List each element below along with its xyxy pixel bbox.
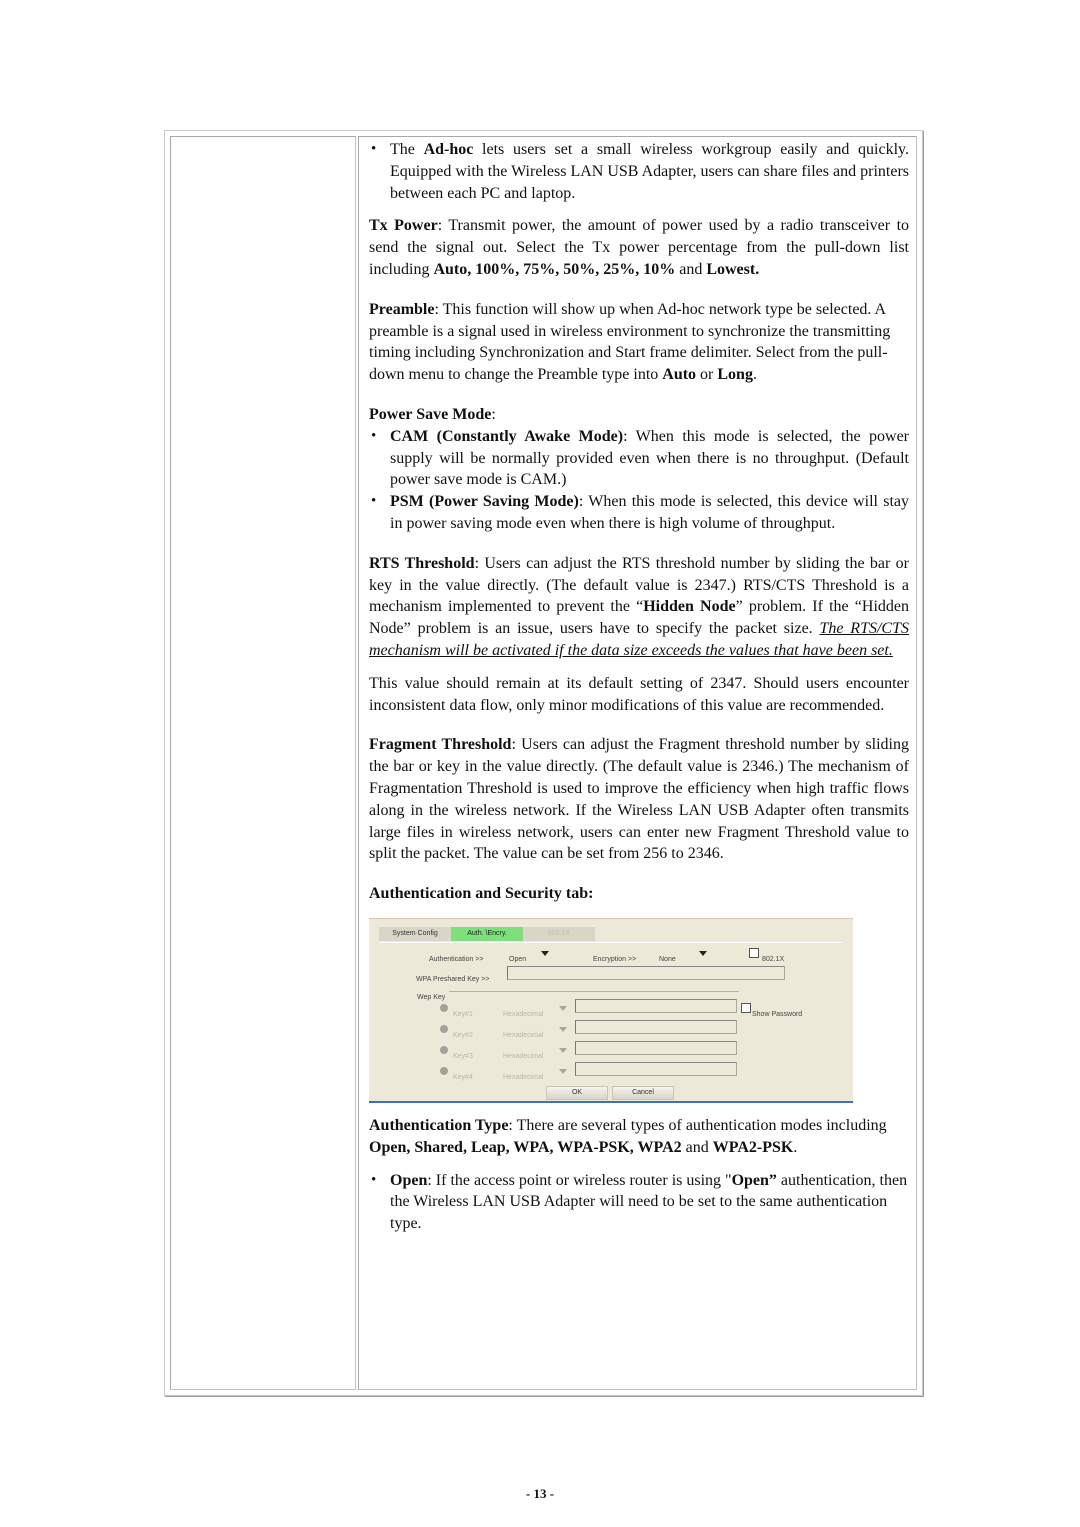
adhoc-item: The Ad-hoc lets users set a small wirele… xyxy=(369,139,909,204)
key2-format-dropdown-icon[interactable] xyxy=(559,1026,567,1032)
adhoc-list: The Ad-hoc lets users set a small wirele… xyxy=(369,139,909,204)
key1-label: Key#1 xyxy=(453,1010,473,1018)
cancel-button[interactable]: Cancel xyxy=(612,1085,674,1100)
auth-types-list: Open, Shared, Leap, WPA, WPA-PSK, WPA2 xyxy=(369,1138,682,1156)
text: : xyxy=(491,405,496,423)
power-save-item: CAM (Constantly Awake Mode): When this m… xyxy=(369,426,909,491)
auth-security-screenshot: System Config Auth. \Encry. 802.1X Authe… xyxy=(369,917,853,1103)
text: : There are several types of authenticat… xyxy=(508,1116,887,1134)
text: The xyxy=(390,141,424,158)
text: : This function will show up when Ad-hoc… xyxy=(369,300,891,384)
tab-8021x[interactable]: 802.1X xyxy=(523,926,595,941)
tab-system-config[interactable]: System Config xyxy=(379,926,451,941)
tab-divider xyxy=(379,941,843,943)
key2-format[interactable]: Hexadecimal xyxy=(503,1025,543,1047)
text: or xyxy=(696,366,718,384)
auth-type-list: Open: If the access point or wireless ro… xyxy=(369,1170,909,1235)
tab-auth-encry[interactable]: Auth. \Encry. xyxy=(451,926,523,941)
key3-label: Key#3 xyxy=(453,1052,473,1060)
auth-tab-heading-text: Authentication and Security tab: xyxy=(369,885,594,903)
text: . xyxy=(793,1138,798,1156)
tx-power-options: Auto, 100%, 75%, 50%, 25%, 10% xyxy=(433,260,676,278)
key4-format-dropdown-icon[interactable] xyxy=(559,1068,567,1074)
authentication-dropdown-icon[interactable] xyxy=(541,950,549,956)
adhoc-term: Ad-hoc xyxy=(423,141,474,158)
key4-format[interactable]: Hexadecimal xyxy=(503,1067,543,1089)
key3-input[interactable] xyxy=(575,1040,737,1055)
wep-key-group-line xyxy=(449,990,739,992)
text: and xyxy=(681,1138,713,1156)
preamble-label: Preamble xyxy=(369,300,435,318)
tx-power-lowest: Lowest. xyxy=(706,260,760,278)
page-number: - 13 - xyxy=(525,1486,555,1501)
rts-label: RTS Threshold xyxy=(369,554,475,572)
window-bottom-bar xyxy=(369,1100,853,1103)
key2-label: Key#2 xyxy=(453,1031,473,1039)
show-password-checkbox[interactable] xyxy=(741,1002,751,1013)
power-save-item: PSM (Power Saving Mode): When this mode … xyxy=(369,491,909,535)
rts-note-paragraph: This value should remain at its default … xyxy=(369,674,909,714)
preamble-paragraph: Preamble: This function will show up whe… xyxy=(369,299,909,386)
power-save-list: CAM (Constantly Awake Mode): When this m… xyxy=(369,426,909,535)
text: : Users can adjust the Fragment threshol… xyxy=(369,736,910,863)
auth-tab-heading: Authentication and Security tab: xyxy=(369,883,909,905)
key4-radio[interactable] xyxy=(440,1066,448,1075)
key1-format-dropdown-icon[interactable] xyxy=(559,1005,567,1011)
checkbox-8021x[interactable] xyxy=(749,947,759,958)
authentication-label: Authentication >> xyxy=(429,955,484,963)
key2-radio[interactable] xyxy=(440,1024,448,1033)
show-password-label: Show Password xyxy=(752,1010,803,1018)
power-save-label: Power Save Mode xyxy=(369,405,492,423)
key1-radio[interactable] xyxy=(440,1003,448,1012)
text: . xyxy=(752,366,757,384)
auth-type-label: Authentication Type xyxy=(369,1116,509,1134)
left-cell xyxy=(170,136,356,1390)
tx-power-label: Tx Power xyxy=(369,217,438,235)
document-body: The Ad-hoc lets users set a small wirele… xyxy=(369,139,909,1235)
key1-format[interactable]: Hexadecimal xyxy=(503,1004,543,1026)
preamble-long: Long xyxy=(717,366,753,384)
ok-button[interactable]: OK xyxy=(546,1085,608,1100)
key4-input[interactable] xyxy=(575,1061,737,1076)
auth-type-wpa2psk: WPA2-PSK xyxy=(712,1138,794,1156)
cam-term: CAM (Constantly Awake Mode) xyxy=(390,427,624,445)
key2-input[interactable] xyxy=(575,1019,737,1034)
preamble-auto: Auto xyxy=(662,366,697,384)
open-term: Open xyxy=(390,1171,428,1189)
key3-format[interactable]: Hexadecimal xyxy=(503,1046,543,1068)
key1-input[interactable] xyxy=(575,998,737,1013)
open-item: Open: If the access point or wireless ro… xyxy=(369,1170,909,1235)
fragment-label: Fragment Threshold xyxy=(369,736,512,754)
psm-term: PSM (Power Saving Mode) xyxy=(390,493,579,511)
fragment-paragraph: Fragment Threshold: Users can adjust the… xyxy=(369,734,909,865)
tab-bar: System Config Auth. \Encry. 802.1X xyxy=(379,926,595,941)
text: and xyxy=(675,260,707,278)
text: : If the access point or wireless router… xyxy=(427,1171,732,1189)
tx-power-paragraph: Tx Power: Transmit power, the amount of … xyxy=(369,215,909,280)
auth-type-paragraph: Authentication Type: There are several t… xyxy=(369,1115,909,1159)
key4-label: Key#4 xyxy=(453,1073,473,1081)
rts-paragraph: RTS Threshold: Users can adjust the RTS … xyxy=(369,553,909,662)
key3-format-dropdown-icon[interactable] xyxy=(559,1047,567,1053)
encryption-dropdown-icon[interactable] xyxy=(699,950,707,956)
power-save-heading: Power Save Mode: xyxy=(369,404,909,426)
hidden-node-term: Hidden Node xyxy=(643,598,736,616)
wpa-psk-input[interactable] xyxy=(507,965,785,980)
key3-radio[interactable] xyxy=(440,1045,448,1054)
open-quoted: Open” xyxy=(731,1171,777,1189)
